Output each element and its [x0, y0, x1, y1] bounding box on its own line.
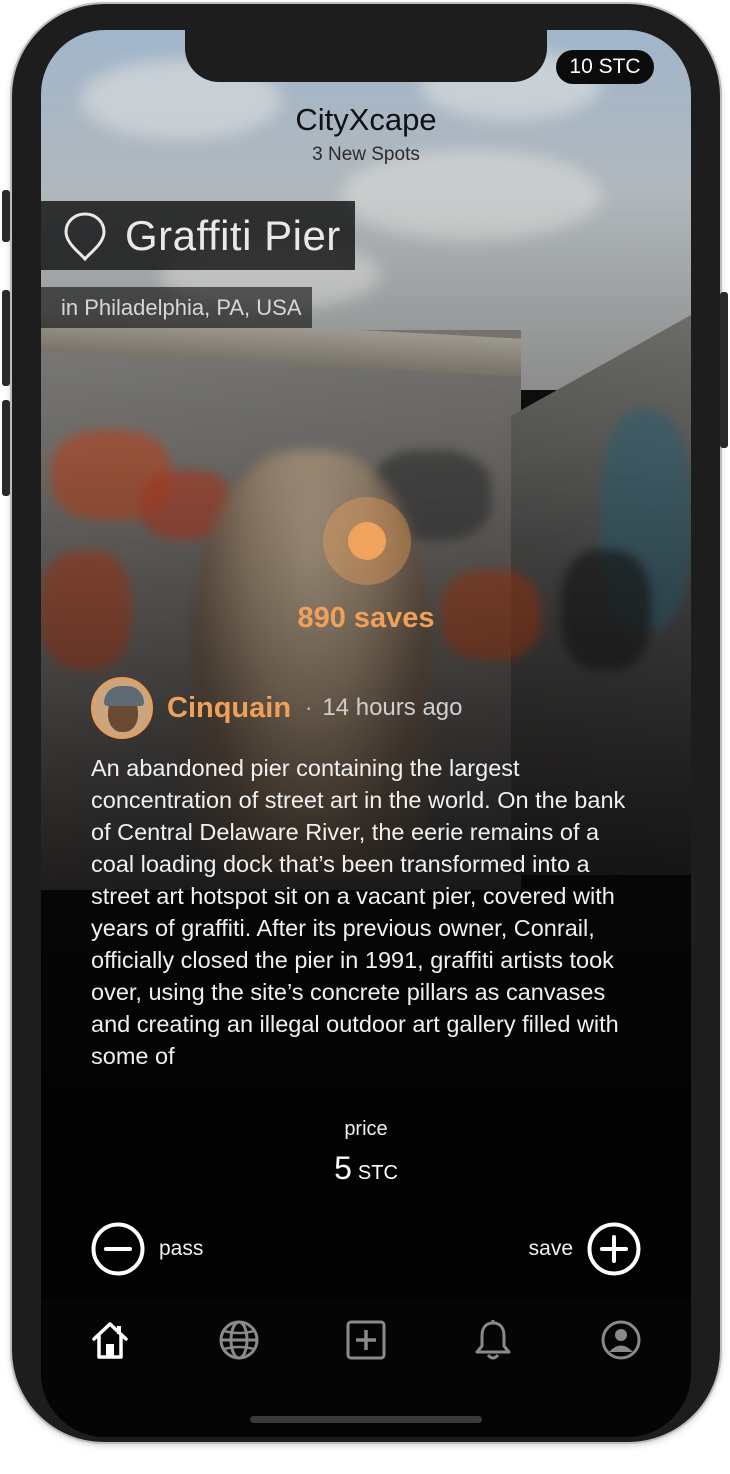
- spot-title-banner: Graffiti Pier: [41, 201, 355, 270]
- home-icon[interactable]: [88, 1318, 132, 1362]
- tab-notifications[interactable]: [469, 1316, 517, 1364]
- home-indicator[interactable]: [250, 1416, 482, 1423]
- tab-explore[interactable]: [215, 1316, 263, 1364]
- bell-icon[interactable]: [472, 1318, 514, 1362]
- spot-title: Graffiti Pier: [125, 211, 341, 259]
- price-unit: STC: [357, 1162, 398, 1184]
- tab-home[interactable]: [86, 1316, 134, 1364]
- notch: [185, 30, 547, 82]
- volume-down-button: [2, 400, 10, 496]
- screen: 10 STC CityXcape 3 New Spots Graffiti Pi…: [41, 30, 691, 1437]
- author-name[interactable]: Cinquain: [167, 692, 291, 725]
- price-value: 5: [334, 1150, 352, 1186]
- app-title: CityXcape: [295, 102, 437, 137]
- globe-icon[interactable]: [218, 1319, 260, 1361]
- post-timestamp: 14 hours ago: [322, 694, 463, 721]
- avatar[interactable]: [91, 677, 153, 739]
- power-button: [720, 292, 728, 448]
- pass-label[interactable]: pass: [159, 1237, 203, 1261]
- save-button[interactable]: save: [529, 1222, 641, 1276]
- minus-circle-icon[interactable]: [91, 1222, 145, 1276]
- price: 5 STC: [41, 1150, 691, 1187]
- price-label: price: [344, 1118, 388, 1140]
- volume-up-button: [2, 290, 10, 386]
- spot-location: in Philadelphia, PA, USA: [41, 287, 312, 328]
- separator-dot: ·: [305, 695, 313, 720]
- location-pin-icon: [64, 211, 106, 261]
- tab-profile[interactable]: [597, 1316, 645, 1364]
- add-square-icon[interactable]: [345, 1319, 387, 1361]
- new-spots-count: 3 New Spots: [312, 144, 420, 165]
- profile-icon[interactable]: [600, 1319, 642, 1361]
- stc-balance-badge[interactable]: 10 STC: [556, 50, 654, 84]
- spot-description: An abandoned pier containing the largest…: [91, 755, 626, 1069]
- tab-add-spot[interactable]: [342, 1316, 390, 1364]
- save-dot: [348, 522, 386, 560]
- pass-button[interactable]: pass: [91, 1222, 203, 1276]
- mute-switch: [2, 190, 10, 242]
- save-label[interactable]: save: [529, 1237, 573, 1261]
- saves-count: 890 saves: [297, 602, 435, 634]
- author-row: Cinquain · 14 hours ago: [91, 676, 462, 740]
- save-indicator-icon: [323, 497, 411, 585]
- plus-circle-icon[interactable]: [587, 1222, 641, 1276]
